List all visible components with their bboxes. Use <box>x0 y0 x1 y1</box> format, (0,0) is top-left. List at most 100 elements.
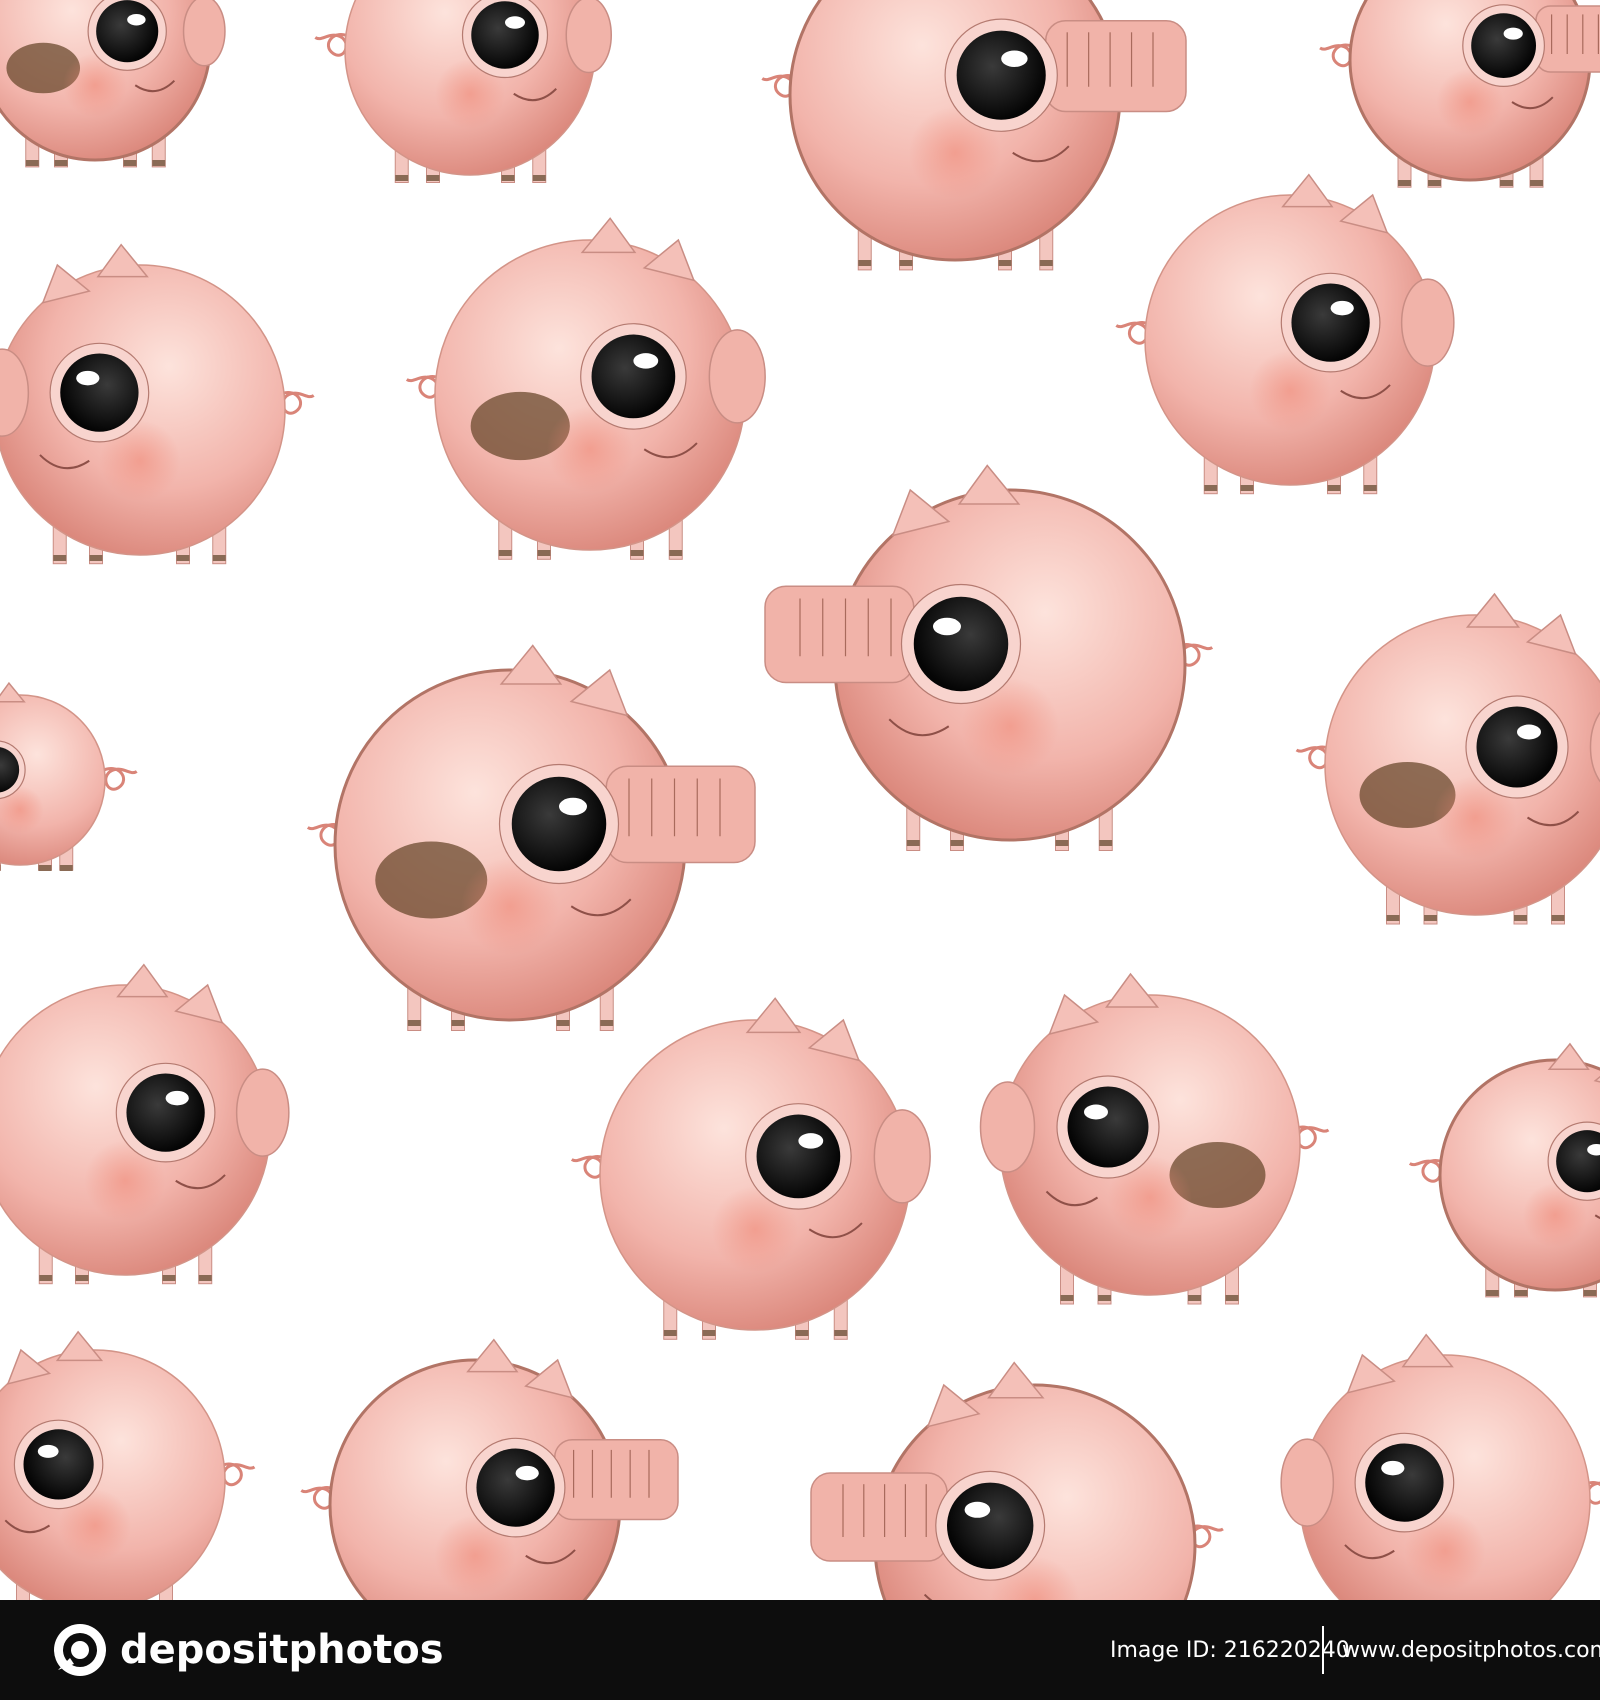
pig-snout <box>565 0 612 74</box>
pig-hoof <box>1204 485 1218 491</box>
pig-hoof <box>25 160 39 166</box>
pig-figure <box>1115 173 1455 495</box>
pig-hoof <box>89 555 103 561</box>
pig-figure <box>1295 592 1600 925</box>
pig-figure <box>1319 0 1600 188</box>
pig-hoof <box>858 260 872 266</box>
eye-highlight <box>37 1444 59 1458</box>
pig-hoof <box>1225 1295 1239 1301</box>
pig-figure <box>314 0 612 183</box>
eye-highlight <box>559 797 587 816</box>
pig-hoof <box>950 840 964 846</box>
pig-figure <box>0 0 226 168</box>
pig-figure <box>306 644 756 1031</box>
pig-hoof <box>600 1020 614 1026</box>
pig-hoof <box>152 160 166 166</box>
pig-hoof <box>1424 915 1437 921</box>
pig-hoof <box>1514 915 1527 921</box>
eye-highlight <box>633 353 659 369</box>
pig-eye <box>913 596 1009 692</box>
pig-hoof <box>212 555 226 561</box>
pig-figure <box>1280 1333 1600 1600</box>
eye-highlight <box>964 1501 991 1518</box>
pig-figure <box>764 464 1214 851</box>
pig-eye <box>511 776 607 872</box>
pig-hoof <box>176 555 190 561</box>
pig-eye <box>1476 706 1558 788</box>
eye-highlight <box>933 617 961 636</box>
pig-hoof <box>75 1275 89 1281</box>
pig-ear <box>1281 173 1334 208</box>
pig-eye <box>756 1114 841 1199</box>
pig-figure <box>0 1330 256 1600</box>
pig-figure <box>810 1361 1224 1600</box>
pig-eye <box>96 0 159 63</box>
pig-hoof <box>39 1275 53 1281</box>
pig-hoof <box>532 175 546 181</box>
pig-hoof <box>59 865 73 871</box>
pig-ear <box>1401 1333 1454 1368</box>
pig-hoof <box>395 175 409 181</box>
eye-highlight <box>165 1090 189 1106</box>
pig-hoof <box>162 1275 176 1281</box>
pig-hoof <box>1188 1295 1201 1301</box>
pig-hoof <box>669 550 683 556</box>
pig-eye <box>476 1448 555 1527</box>
eye-highlight <box>127 13 146 26</box>
brand-name: depositphotos <box>120 1627 444 1673</box>
eye-highlight <box>1503 27 1523 40</box>
pig-figure <box>0 243 315 565</box>
pig-eye <box>471 1 539 69</box>
pig-hoof <box>1039 260 1053 266</box>
eye-highlight <box>1330 300 1354 316</box>
pig-hoof <box>834 1330 848 1336</box>
eye-highlight <box>515 1465 539 1481</box>
pig-hoof <box>1485 1290 1499 1296</box>
pig-snout <box>979 1081 1036 1173</box>
pig-hoof <box>1398 180 1411 186</box>
pig-eye <box>591 334 676 419</box>
pig-hoof <box>1327 485 1341 491</box>
pig-ear <box>96 243 149 278</box>
pig-hoof <box>501 175 515 181</box>
pig-hoof <box>54 160 68 166</box>
watermarked-stock-image: depositphotos Image ID: 216220240 www.de… <box>0 0 1600 1700</box>
pig-hoof <box>198 1275 212 1281</box>
pig-figure <box>0 681 138 871</box>
pig-hoof <box>1055 840 1069 846</box>
pig-eye <box>60 353 139 432</box>
pig-ear <box>580 217 637 254</box>
pig-hoof <box>630 550 644 556</box>
pig-hoof <box>1428 180 1441 186</box>
pig-ear <box>1105 972 1160 1008</box>
pig-eye <box>947 1482 1034 1569</box>
pig-eye <box>1471 13 1536 78</box>
watermark-footer-bar: depositphotos Image ID: 216220240 www.de… <box>0 1600 1600 1700</box>
pig-figure <box>0 963 290 1285</box>
pig-hoof <box>663 1330 677 1336</box>
pig-ear <box>466 1338 519 1373</box>
pig-eye <box>23 1429 94 1500</box>
pig-snout <box>708 329 766 424</box>
pig-hoof <box>1386 915 1400 921</box>
pig-snout <box>1400 278 1455 367</box>
pig-pattern-illustration <box>0 0 1600 1600</box>
website-url: www.depositphotos.com <box>1342 1638 1600 1663</box>
pig-eye <box>1291 283 1370 362</box>
pig-figure <box>405 217 766 560</box>
pig-ear <box>1547 1042 1590 1070</box>
pig-figure <box>570 997 931 1340</box>
pig-hoof <box>1098 1295 1111 1301</box>
pig-figure <box>761 0 1187 271</box>
eye-highlight <box>505 16 525 29</box>
eye-highlight <box>798 1133 824 1149</box>
pig-hoof <box>1530 180 1543 186</box>
pig-hoof <box>1099 840 1113 846</box>
pig-ear <box>116 963 169 998</box>
depositphotos-logo-icon <box>54 1624 106 1676</box>
pig-snout <box>873 1109 931 1204</box>
pig-figure <box>979 972 1330 1305</box>
eye-highlight <box>1001 50 1028 67</box>
pig-hoof <box>537 550 551 556</box>
pig-hoof <box>1583 1290 1597 1296</box>
